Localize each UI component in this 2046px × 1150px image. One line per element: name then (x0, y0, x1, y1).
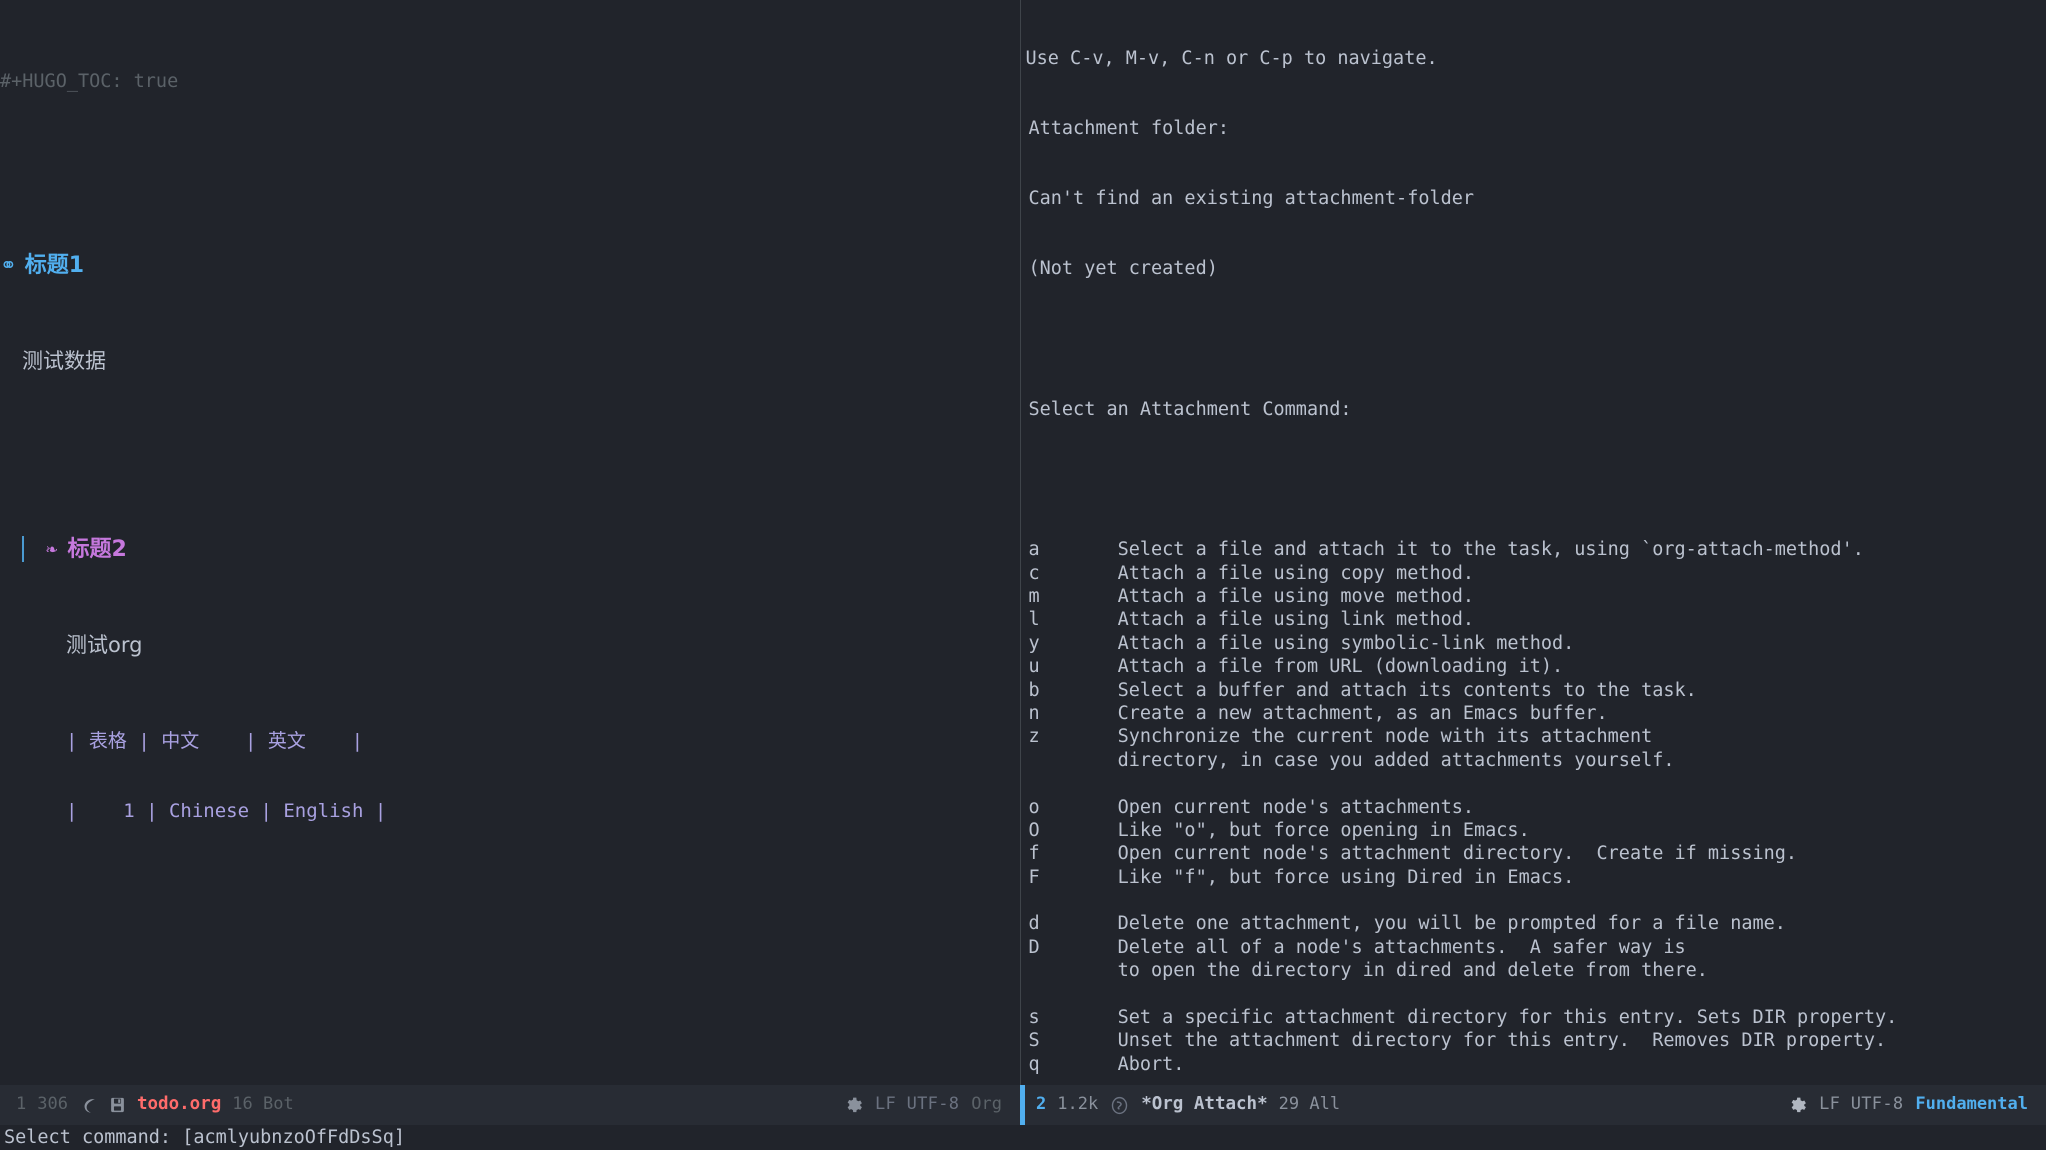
attach-command-row[interactable]: b Select a buffer and attach its content… (1021, 679, 2046, 702)
blank-line (0, 164, 1020, 181)
attach-command-row[interactable]: y Attach a file using symbolic-link meth… (1021, 632, 2046, 655)
org-table-row: | 1 | Chinese | English | (0, 800, 1020, 823)
attach-command-row[interactable]: z Synchronize the current node with its … (1021, 725, 2046, 748)
attach-folder-not-created: (Not yet created) (1021, 257, 2046, 280)
minibuffer-echo-area[interactable]: Select command: [acmlyubnzoOfFdDsSq] (0, 1125, 2046, 1150)
attach-command-row[interactable]: F Like "f", but force using Dired in Ema… (1021, 866, 2046, 889)
attach-command-row[interactable]: n Create a new attachment, as an Emacs b… (1021, 702, 2046, 725)
modeline-right[interactable]: 2 1.2k *Org Attach* 29 All (1020, 1085, 2046, 1125)
emacs-frame: #+HUGO_TOC: true ⚭ 标题1 测试数据 ❧ 标题2 测试org (0, 0, 2046, 1150)
attach-command-row[interactable]: q Abort. (1021, 1053, 2046, 1076)
echo-area-text: Select command: [acmlyubnzoOfFdDsSq] (4, 1126, 405, 1149)
attach-command-row[interactable]: o Open current node's attachments. (1021, 796, 2046, 819)
org-bullet-icon: ⚭ (0, 254, 17, 277)
buffer-org-attach[interactable]: Use C-v, M-v, C-n or C-p to navigate. At… (1021, 0, 2046, 1085)
blank-line (1021, 889, 2046, 912)
modeline-major-mode[interactable]: Fundamental (1915, 1093, 2028, 1116)
org-bullet-icon: ❧ (46, 538, 57, 561)
modeline-window-number: 2 (1036, 1093, 1046, 1116)
indent-guide (22, 536, 24, 562)
attach-command-row[interactable]: d Delete one attachment, you will be pro… (1021, 912, 2046, 935)
gear-icon[interactable] (1788, 1096, 1807, 1115)
attach-command-row[interactable]: s Set a specific attachment directory fo… (1021, 1006, 2046, 1029)
modeline-window-number: 1 (16, 1093, 26, 1116)
attach-command-continuation: to open the directory in dired and delet… (1021, 959, 2046, 982)
attach-command-row[interactable]: u Attach a file from URL (downloading it… (1021, 655, 2046, 678)
attach-command-list: a Select a file and attach it to the tas… (1021, 538, 2046, 1076)
evil-state-icon (1109, 1095, 1130, 1116)
window-left-todo-org[interactable]: #+HUGO_TOC: true ⚭ 标题1 测试数据 ❧ 标题2 测试org (0, 0, 1020, 1085)
blank-line (0, 447, 1020, 464)
window-right-org-attach[interactable]: Use C-v, M-v, C-n or C-p to navigate. At… (1020, 0, 2046, 1085)
attach-nav-hint: Use C-v, M-v, C-n or C-p to navigate. (1021, 47, 2046, 70)
org-heading-2-title: 标题2 (67, 538, 126, 561)
modeline-buffer-size: 1.2k (1057, 1093, 1098, 1116)
org-heading-1[interactable]: ⚭ 标题1 (0, 251, 1020, 280)
attach-folder-missing: Can't find an existing attachment-folder (1021, 187, 2046, 210)
attach-command-continuation: directory, in case you added attachments… (1021, 749, 2046, 772)
attach-command-row[interactable]: S Unset the attachment directory for thi… (1021, 1029, 2046, 1052)
window-container: #+HUGO_TOC: true ⚭ 标题1 测试数据 ❧ 标题2 测试org (0, 0, 2046, 1085)
attach-command-row[interactable]: D Delete all of a node's attachments. A … (1021, 936, 2046, 959)
org-heading-2[interactable]: ❧ 标题2 (0, 535, 1020, 564)
org-heading-1-body: 测试数据 (0, 350, 1020, 377)
modeline-buffer-name[interactable]: *Org Attach* (1141, 1093, 1267, 1116)
org-keyword-line: #+HUGO_TOC: true (0, 70, 1020, 93)
org-table-header-row: | 表格 | 中文 | 英文 | (0, 730, 1020, 753)
attach-folder-label: Attachment folder: (1021, 117, 2046, 140)
blank-line (1021, 772, 2046, 795)
modeline-left[interactable]: 1 306 todo.org 16 Bot (0, 1085, 1020, 1125)
blank-line (1021, 983, 2046, 1006)
floppy-disk-icon (109, 1096, 126, 1114)
org-heading-1-title: 标题1 (25, 254, 84, 277)
evil-state-icon (79, 1096, 98, 1115)
attach-command-row[interactable]: m Attach a file using move method. (1021, 585, 2046, 608)
gear-icon[interactable] (844, 1096, 863, 1115)
attach-command-row[interactable]: c Attach a file using copy method. (1021, 562, 2046, 585)
attach-prompt: Select an Attachment Command: (1021, 398, 2046, 421)
attach-command-row[interactable]: O Like "o", but force opening in Emacs. (1021, 819, 2046, 842)
org-heading-2-body: 测试org (0, 634, 1020, 660)
modeline-position: 29 All (1279, 1093, 1340, 1116)
attach-command-row[interactable]: l Attach a file using link method. (1021, 608, 2046, 631)
modeline-position: 16 Bot (232, 1093, 293, 1116)
modeline-encoding[interactable]: LF UTF-8 (875, 1093, 959, 1116)
modeline-major-mode[interactable]: Org (971, 1093, 1002, 1116)
buffer-todo-org[interactable]: #+HUGO_TOC: true ⚭ 标题1 测试数据 ❧ 标题2 测试org (0, 0, 1020, 1085)
modeline-buffer-name[interactable]: todo.org (137, 1093, 221, 1116)
blank-line (1021, 468, 2046, 491)
modeline-buffer-size: 306 (37, 1093, 68, 1116)
attach-command-row[interactable]: f Open current node's attachment directo… (1021, 842, 2046, 865)
modeline-encoding[interactable]: LF UTF-8 (1819, 1093, 1903, 1116)
blank-line (1021, 328, 2046, 351)
modeline-row: 1 306 todo.org 16 Bot (0, 1085, 2046, 1125)
attach-command-row[interactable]: a Select a file and attach it to the tas… (1021, 538, 2046, 561)
